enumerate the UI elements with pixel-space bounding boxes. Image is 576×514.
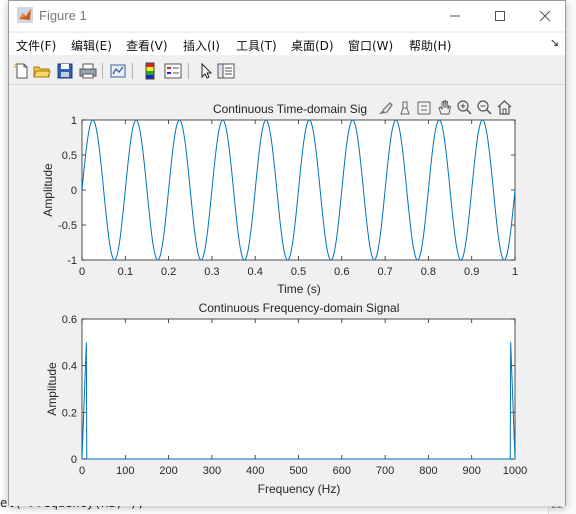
menu-edit[interactable]: 编辑(E) — [71, 37, 112, 54]
link-plot-icon[interactable] — [109, 62, 127, 80]
y-tick-label: 1 — [71, 115, 77, 127]
x-tick-label: 0.8 — [421, 266, 436, 278]
close-button[interactable] — [523, 3, 567, 29]
zoom-in-icon[interactable] — [456, 99, 473, 116]
y-tick-label: -1 — [67, 255, 77, 267]
menu-help[interactable]: 帮助(H) — [409, 37, 451, 54]
window-title: Figure 1 — [39, 8, 87, 23]
x-tick-label: 0.1 — [118, 266, 133, 278]
x-tick-label: 0.5 — [291, 266, 306, 278]
x-tick-label: 300 — [203, 465, 221, 477]
x-tick-label: 600 — [333, 465, 351, 477]
insert-legend-icon[interactable] — [164, 62, 182, 80]
menu-bar: 文件(F) 编辑(E) 查看(V) 插入(I) 工具(T) 桌面(D) 窗口(W… — [9, 33, 565, 55]
y-tick-label: 0 — [71, 185, 77, 197]
insert-colorbar-icon[interactable] — [141, 62, 159, 80]
toolbar-separator — [132, 63, 133, 79]
y-tick-label: 0.2 — [62, 407, 77, 419]
menu-window[interactable]: 窗口(W) — [348, 37, 393, 54]
time-axes-ylabel: Amplitude — [41, 163, 55, 217]
axes-toolbar — [375, 98, 517, 118]
zoom-out-icon[interactable] — [476, 99, 493, 116]
maximize-icon — [495, 11, 505, 21]
open-file-icon[interactable] — [33, 62, 51, 80]
frequency-axes-xlabel: Frequency (Hz) — [258, 482, 341, 496]
y-tick-label: 0.6 — [62, 314, 77, 326]
restore-view-home-icon[interactable] — [496, 99, 513, 116]
edit-plot-arrow-icon[interactable] — [197, 62, 215, 80]
x-tick-label: 1 — [512, 266, 518, 278]
x-tick-label: 800 — [419, 465, 437, 477]
x-tick-label: 0 — [79, 266, 85, 278]
toolbar-separator — [102, 63, 103, 79]
pan-hand-icon[interactable] — [436, 99, 453, 116]
figure-canvas: 0 0.1 0.2 0.3 0.4 0.5 0.6 0.7 0.8 0.9 1 -1 -0.5 0 0.5 1… — [9, 85, 565, 506]
y-tick-label: 0.5 — [62, 150, 77, 162]
x-tick-label: 500 — [289, 465, 307, 477]
x-tick-label: 200 — [159, 465, 177, 477]
plot-canvas: 0 0.1 0.2 0.3 0.4 0.5 0.6 0.7 0.8 0.9 1 -1 -0.5 0 0.5 1… — [41, 102, 527, 496]
x-tick-label: 0.3 — [204, 266, 219, 278]
maximize-button[interactable] — [478, 3, 522, 29]
menu-view[interactable]: 查看(V) — [126, 37, 168, 54]
figure-window: Figure 1 文件(F) 编辑(E) 查看(V) 插入(I) 工具(T) 桌… — [8, 0, 566, 506]
x-tick-label: 0.7 — [377, 266, 392, 278]
menu-desktop[interactable]: 桌面(D) — [291, 37, 334, 54]
x-tick-label: 1000 — [503, 465, 527, 477]
frequency-domain-axes[interactable]: 0 100 200 300 400 500 600 700 800 900 1000 0 0.2 0.4 0… — [45, 301, 527, 496]
menu-dock-arrow-icon[interactable]: ↘ — [550, 36, 559, 49]
data-tips-icon[interactable] — [397, 100, 413, 116]
x-tick-label: 0.2 — [161, 266, 176, 278]
matlab-logo-icon — [17, 7, 33, 23]
close-icon — [539, 10, 551, 22]
x-tick-label: 400 — [246, 465, 264, 477]
title-bar[interactable]: Figure 1 — [9, 1, 565, 31]
frequency-axes-ylabel: Amplitude — [45, 362, 59, 416]
x-tick-label: 0.6 — [334, 266, 349, 278]
save-icon[interactable] — [56, 62, 74, 80]
x-tick-label: 700 — [376, 465, 394, 477]
brush-icon[interactable] — [377, 100, 393, 116]
time-axes-xlabel: Time (s) — [277, 282, 321, 296]
x-tick-label: 0 — [79, 465, 85, 477]
frequency-axes-box — [81, 318, 516, 460]
x-tick-label: 100 — [116, 465, 134, 477]
toolbar-separator — [188, 63, 189, 79]
y-tick-label: -0.5 — [58, 220, 77, 232]
menu-insert[interactable]: 插入(I) — [183, 37, 220, 54]
new-figure-icon[interactable] — [13, 62, 31, 80]
minimize-icon — [450, 15, 460, 17]
time-axes-title: Continuous Time-domain Sig — [213, 102, 367, 116]
export-icon[interactable] — [416, 100, 432, 116]
frequency-axes-title: Continuous Frequency-domain Signal — [199, 301, 400, 315]
y-tick-label: 0 — [71, 454, 77, 466]
menu-file[interactable]: 文件(F) — [16, 37, 56, 54]
menu-tools[interactable]: 工具(T) — [236, 37, 277, 54]
time-domain-axes[interactable]: 0 0.1 0.2 0.3 0.4 0.5 0.6 0.7 0.8 0.9 1 -1 -0.5 0 0.5 1… — [41, 102, 518, 296]
x-tick-label: 0.9 — [464, 266, 479, 278]
minimize-button[interactable] — [433, 3, 477, 29]
y-tick-label: 0.4 — [62, 361, 77, 373]
print-icon[interactable] — [79, 62, 97, 80]
property-inspector-icon[interactable] — [217, 62, 235, 80]
figure-toolbar — [9, 58, 565, 85]
x-tick-label: 900 — [463, 465, 481, 477]
x-tick-label: 0.4 — [248, 266, 263, 278]
